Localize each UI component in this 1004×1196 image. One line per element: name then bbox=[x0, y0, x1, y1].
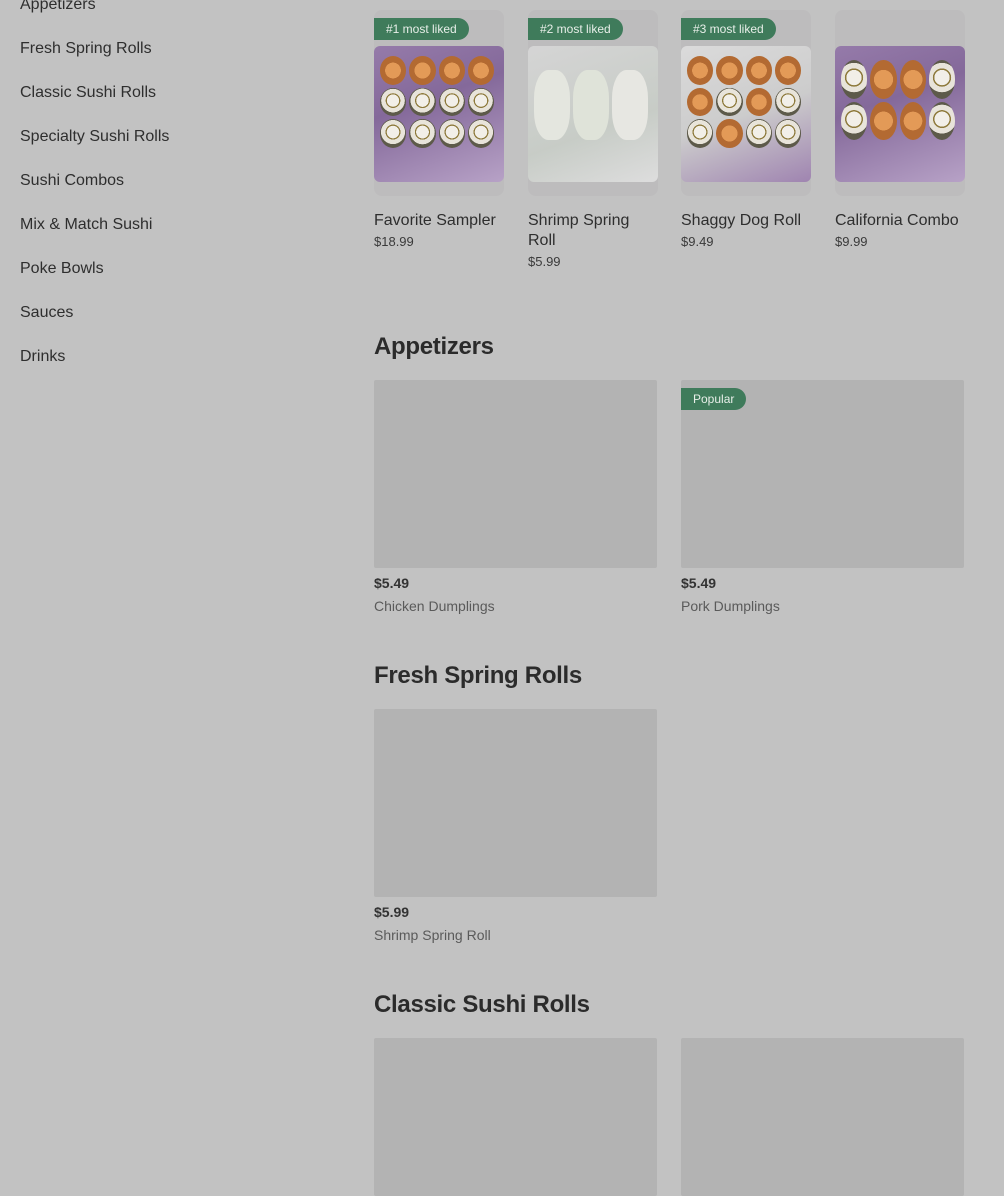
featured-item-card[interactable]: #3 most liked Shaggy Dog Roll $9.49 bbox=[681, 10, 811, 249]
featured-item-image: #1 most liked bbox=[374, 10, 504, 196]
sidebar-item-classic-sushi-rolls[interactable]: Classic Sushi Rolls bbox=[20, 84, 156, 102]
menu-item-name: Shrimp Spring Roll bbox=[374, 927, 491, 943]
section-title-fresh-spring-rolls: Fresh Spring Rolls bbox=[374, 662, 582, 689]
featured-item-image: #3 most liked bbox=[681, 10, 811, 196]
menu-item-image-placeholder: Popular bbox=[681, 380, 964, 568]
sidebar-item-fresh-spring-rolls[interactable]: Fresh Spring Rolls bbox=[20, 40, 152, 58]
sidebar-item-poke-bowls[interactable]: Poke Bowls bbox=[20, 260, 104, 278]
sidebar-item-sauces[interactable]: Sauces bbox=[20, 304, 73, 322]
menu-item-card[interactable]: Popular $5.49 Pork Dumplings bbox=[681, 380, 964, 614]
featured-item-price: $5.99 bbox=[528, 254, 561, 269]
featured-item-card[interactable]: California Combo $9.99 bbox=[835, 10, 965, 249]
menu-item-image-placeholder bbox=[374, 380, 657, 568]
sidebar-item-appetizers[interactable]: Appetizers bbox=[20, 0, 96, 14]
menu-item-image-placeholder bbox=[681, 1038, 964, 1196]
menu-item-price: $5.99 bbox=[374, 904, 410, 920]
featured-item-card[interactable]: #2 most liked Shrimp Spring Roll $5.99 bbox=[528, 10, 658, 269]
menu-item-name: Pork Dumplings bbox=[681, 598, 780, 614]
featured-item-price: $18.99 bbox=[374, 234, 414, 249]
featured-item-image bbox=[835, 10, 965, 196]
popular-badge: Popular bbox=[681, 388, 747, 410]
featured-item-name: Shrimp Spring Roll bbox=[528, 212, 630, 249]
menu-item-card[interactable] bbox=[681, 1038, 964, 1196]
featured-item-image: #2 most liked bbox=[528, 10, 658, 196]
most-liked-badge: #1 most liked bbox=[374, 18, 469, 40]
menu-item-card[interactable]: $5.99 Shrimp Spring Roll bbox=[374, 709, 657, 943]
menu-item-price: $5.49 bbox=[374, 575, 410, 591]
menu-item-image-placeholder bbox=[374, 1038, 657, 1196]
featured-item-name: California Combo bbox=[835, 212, 959, 229]
section-title-appetizers: Appetizers bbox=[374, 333, 494, 360]
sidebar-item-drinks[interactable]: Drinks bbox=[20, 348, 65, 366]
featured-item-name: Shaggy Dog Roll bbox=[681, 212, 802, 229]
menu-item-name: Chicken Dumplings bbox=[374, 598, 495, 614]
featured-item-name: Favorite Sampler bbox=[374, 212, 496, 229]
menu-item-card[interactable]: $5.49 Chicken Dumplings bbox=[374, 380, 657, 614]
featured-item-card[interactable]: #1 most liked Favorite Sampler $18.99 bbox=[374, 10, 504, 249]
sidebar-item-specialty-sushi-rolls[interactable]: Specialty Sushi Rolls bbox=[20, 128, 169, 146]
featured-item-price: $9.99 bbox=[835, 234, 868, 249]
featured-item-price: $9.49 bbox=[681, 234, 714, 249]
most-liked-badge: #2 most liked bbox=[528, 18, 623, 40]
section-title-classic-sushi-rolls: Classic Sushi Rolls bbox=[374, 991, 590, 1018]
menu-item-price: $5.49 bbox=[681, 575, 717, 591]
most-liked-badge: #3 most liked bbox=[681, 18, 776, 40]
sidebar-item-sushi-combos[interactable]: Sushi Combos bbox=[20, 172, 124, 190]
menu-item-image-placeholder bbox=[374, 709, 657, 897]
sidebar-item-mix-match-sushi[interactable]: Mix & Match Sushi bbox=[20, 216, 152, 234]
menu-item-card[interactable] bbox=[374, 1038, 657, 1196]
